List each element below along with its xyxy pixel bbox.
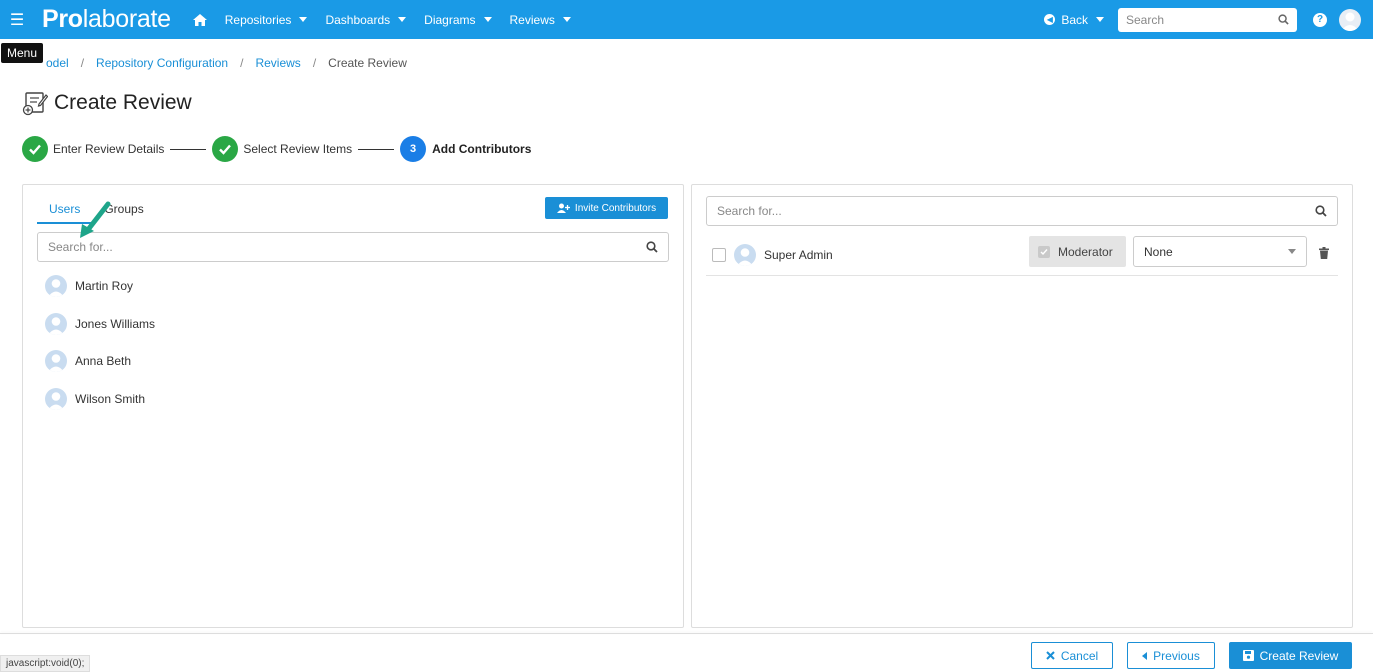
close-icon bbox=[1046, 651, 1055, 660]
add-user-icon bbox=[556, 203, 570, 213]
step-add-contributors: Add Contributors bbox=[432, 142, 532, 156]
previous-label: Previous bbox=[1153, 648, 1200, 663]
top-navbar: ☰ Prolaborate Repositories Dashboards Di… bbox=[0, 0, 1373, 39]
avatar bbox=[45, 312, 67, 335]
list-item[interactable]: Martin Roy bbox=[45, 275, 155, 297]
chevron-down-icon bbox=[1096, 17, 1104, 22]
avatar bbox=[45, 387, 67, 410]
breadcrumb-model[interactable]: odel bbox=[46, 56, 69, 70]
cancel-label: Cancel bbox=[1060, 648, 1099, 663]
nav-reviews[interactable]: Reviews bbox=[510, 13, 571, 27]
contributors-panel: Search for... Super Admin Moderator None bbox=[691, 184, 1353, 628]
breadcrumb-separator: / bbox=[240, 56, 244, 70]
nav-diagrams[interactable]: Diagrams bbox=[424, 13, 492, 27]
contributor-select-checkbox[interactable] bbox=[712, 248, 726, 262]
breadcrumb-separator: / bbox=[312, 56, 317, 70]
menu-tooltip: Menu bbox=[1, 43, 44, 63]
chevron-down-icon bbox=[299, 17, 308, 22]
create-review-button[interactable]: Create Review bbox=[1229, 642, 1352, 669]
chevron-down-icon bbox=[398, 17, 407, 22]
create-review-label: Create Review bbox=[1259, 648, 1339, 663]
permission-selected-value: None bbox=[1144, 244, 1173, 259]
review-stepper: Enter Review Details Select Review Items… bbox=[22, 136, 531, 162]
user-name: Martin Roy bbox=[75, 279, 134, 293]
trash-icon[interactable] bbox=[1319, 247, 1329, 259]
cancel-button[interactable]: Cancel bbox=[1031, 642, 1113, 669]
table-row: Super Admin Moderator None bbox=[706, 235, 1338, 276]
contributor-search-input[interactable]: Search for... bbox=[706, 196, 1338, 226]
list-item[interactable]: Jones Williams bbox=[45, 312, 156, 335]
moderator-toggle[interactable]: Moderator bbox=[1029, 236, 1126, 267]
user-search-input[interactable]: Search for... bbox=[37, 232, 669, 262]
avatar bbox=[45, 350, 67, 372]
search-icon bbox=[646, 241, 658, 253]
contributor-search-placeholder: Search for... bbox=[717, 204, 782, 218]
step-connector bbox=[170, 148, 207, 150]
list-item[interactable]: Anna Beth bbox=[45, 350, 155, 372]
annotation-arrow-icon bbox=[80, 201, 111, 238]
page-title: Create Review bbox=[22, 90, 192, 116]
breadcrumb-reviews[interactable]: Reviews bbox=[255, 56, 300, 70]
list-item[interactable]: Wilson Smith bbox=[45, 387, 155, 410]
back-label: Back bbox=[1061, 12, 1088, 27]
back-arrow-icon: ◀ bbox=[1044, 14, 1056, 25]
user-name: Anna Beth bbox=[75, 354, 132, 368]
user-name: Wilson Smith bbox=[75, 391, 146, 406]
breadcrumb: odel / Repository Configuration / Review… bbox=[46, 56, 407, 70]
step-done-check-icon bbox=[212, 136, 239, 162]
hamburger-menu-icon[interactable]: ☰ bbox=[0, 0, 34, 39]
search-icon bbox=[1315, 205, 1327, 217]
nav-dashboards[interactable]: Dashboards bbox=[325, 13, 407, 27]
footer-divider bbox=[0, 633, 1373, 634]
chevron-down-icon bbox=[483, 17, 492, 22]
breadcrumb-repository-configuration[interactable]: Repository Configuration bbox=[96, 56, 228, 70]
chevron-down-icon bbox=[562, 17, 571, 22]
users-panel: Users Groups Invite Contributors Search … bbox=[22, 184, 684, 628]
chevron-down-icon bbox=[1288, 249, 1296, 254]
invite-contributors-button[interactable]: Invite Contributors bbox=[545, 197, 668, 219]
step-connector bbox=[358, 148, 395, 150]
search-icon bbox=[1278, 14, 1289, 25]
step-done-check-icon bbox=[22, 136, 48, 162]
status-bar-url: javascript:void(0); bbox=[0, 655, 91, 672]
create-review-icon bbox=[22, 92, 48, 116]
avatar bbox=[45, 275, 67, 297]
step-enter-review-details[interactable]: Enter Review Details bbox=[53, 142, 164, 156]
breadcrumb-separator: / bbox=[80, 56, 85, 70]
user-avatar[interactable] bbox=[1339, 8, 1361, 31]
contributor-name: Super Admin bbox=[764, 248, 833, 262]
user-name: Jones Williams bbox=[75, 316, 156, 331]
invite-contributors-label: Invite Contributors bbox=[574, 202, 657, 214]
user-search-placeholder: Search for... bbox=[48, 240, 113, 254]
nav-repositories[interactable]: Repositories bbox=[225, 13, 308, 27]
step-select-review-items[interactable]: Select Review Items bbox=[243, 142, 352, 156]
global-search-placeholder: Search bbox=[1126, 12, 1165, 27]
previous-button[interactable]: Previous bbox=[1127, 642, 1215, 669]
caret-left-icon bbox=[1142, 651, 1148, 660]
app-logo[interactable]: Prolaborate bbox=[42, 5, 171, 34]
global-search-input[interactable]: Search bbox=[1118, 7, 1297, 32]
user-list: Martin Roy Jones Williams Anna Beth Wils… bbox=[45, 275, 155, 425]
permission-select[interactable]: None bbox=[1133, 236, 1307, 267]
help-icon[interactable]: ? bbox=[1313, 12, 1327, 27]
page-title-text: Create Review bbox=[54, 91, 192, 114]
check-icon bbox=[1038, 245, 1050, 258]
back-button[interactable]: ◀ Back bbox=[1044, 13, 1104, 27]
step-number-badge: 3 bbox=[400, 136, 427, 162]
avatar bbox=[734, 244, 756, 266]
save-icon bbox=[1242, 650, 1254, 661]
home-icon[interactable] bbox=[192, 13, 207, 27]
moderator-label: Moderator bbox=[1058, 244, 1113, 259]
breadcrumb-current: Create Review bbox=[328, 56, 407, 70]
